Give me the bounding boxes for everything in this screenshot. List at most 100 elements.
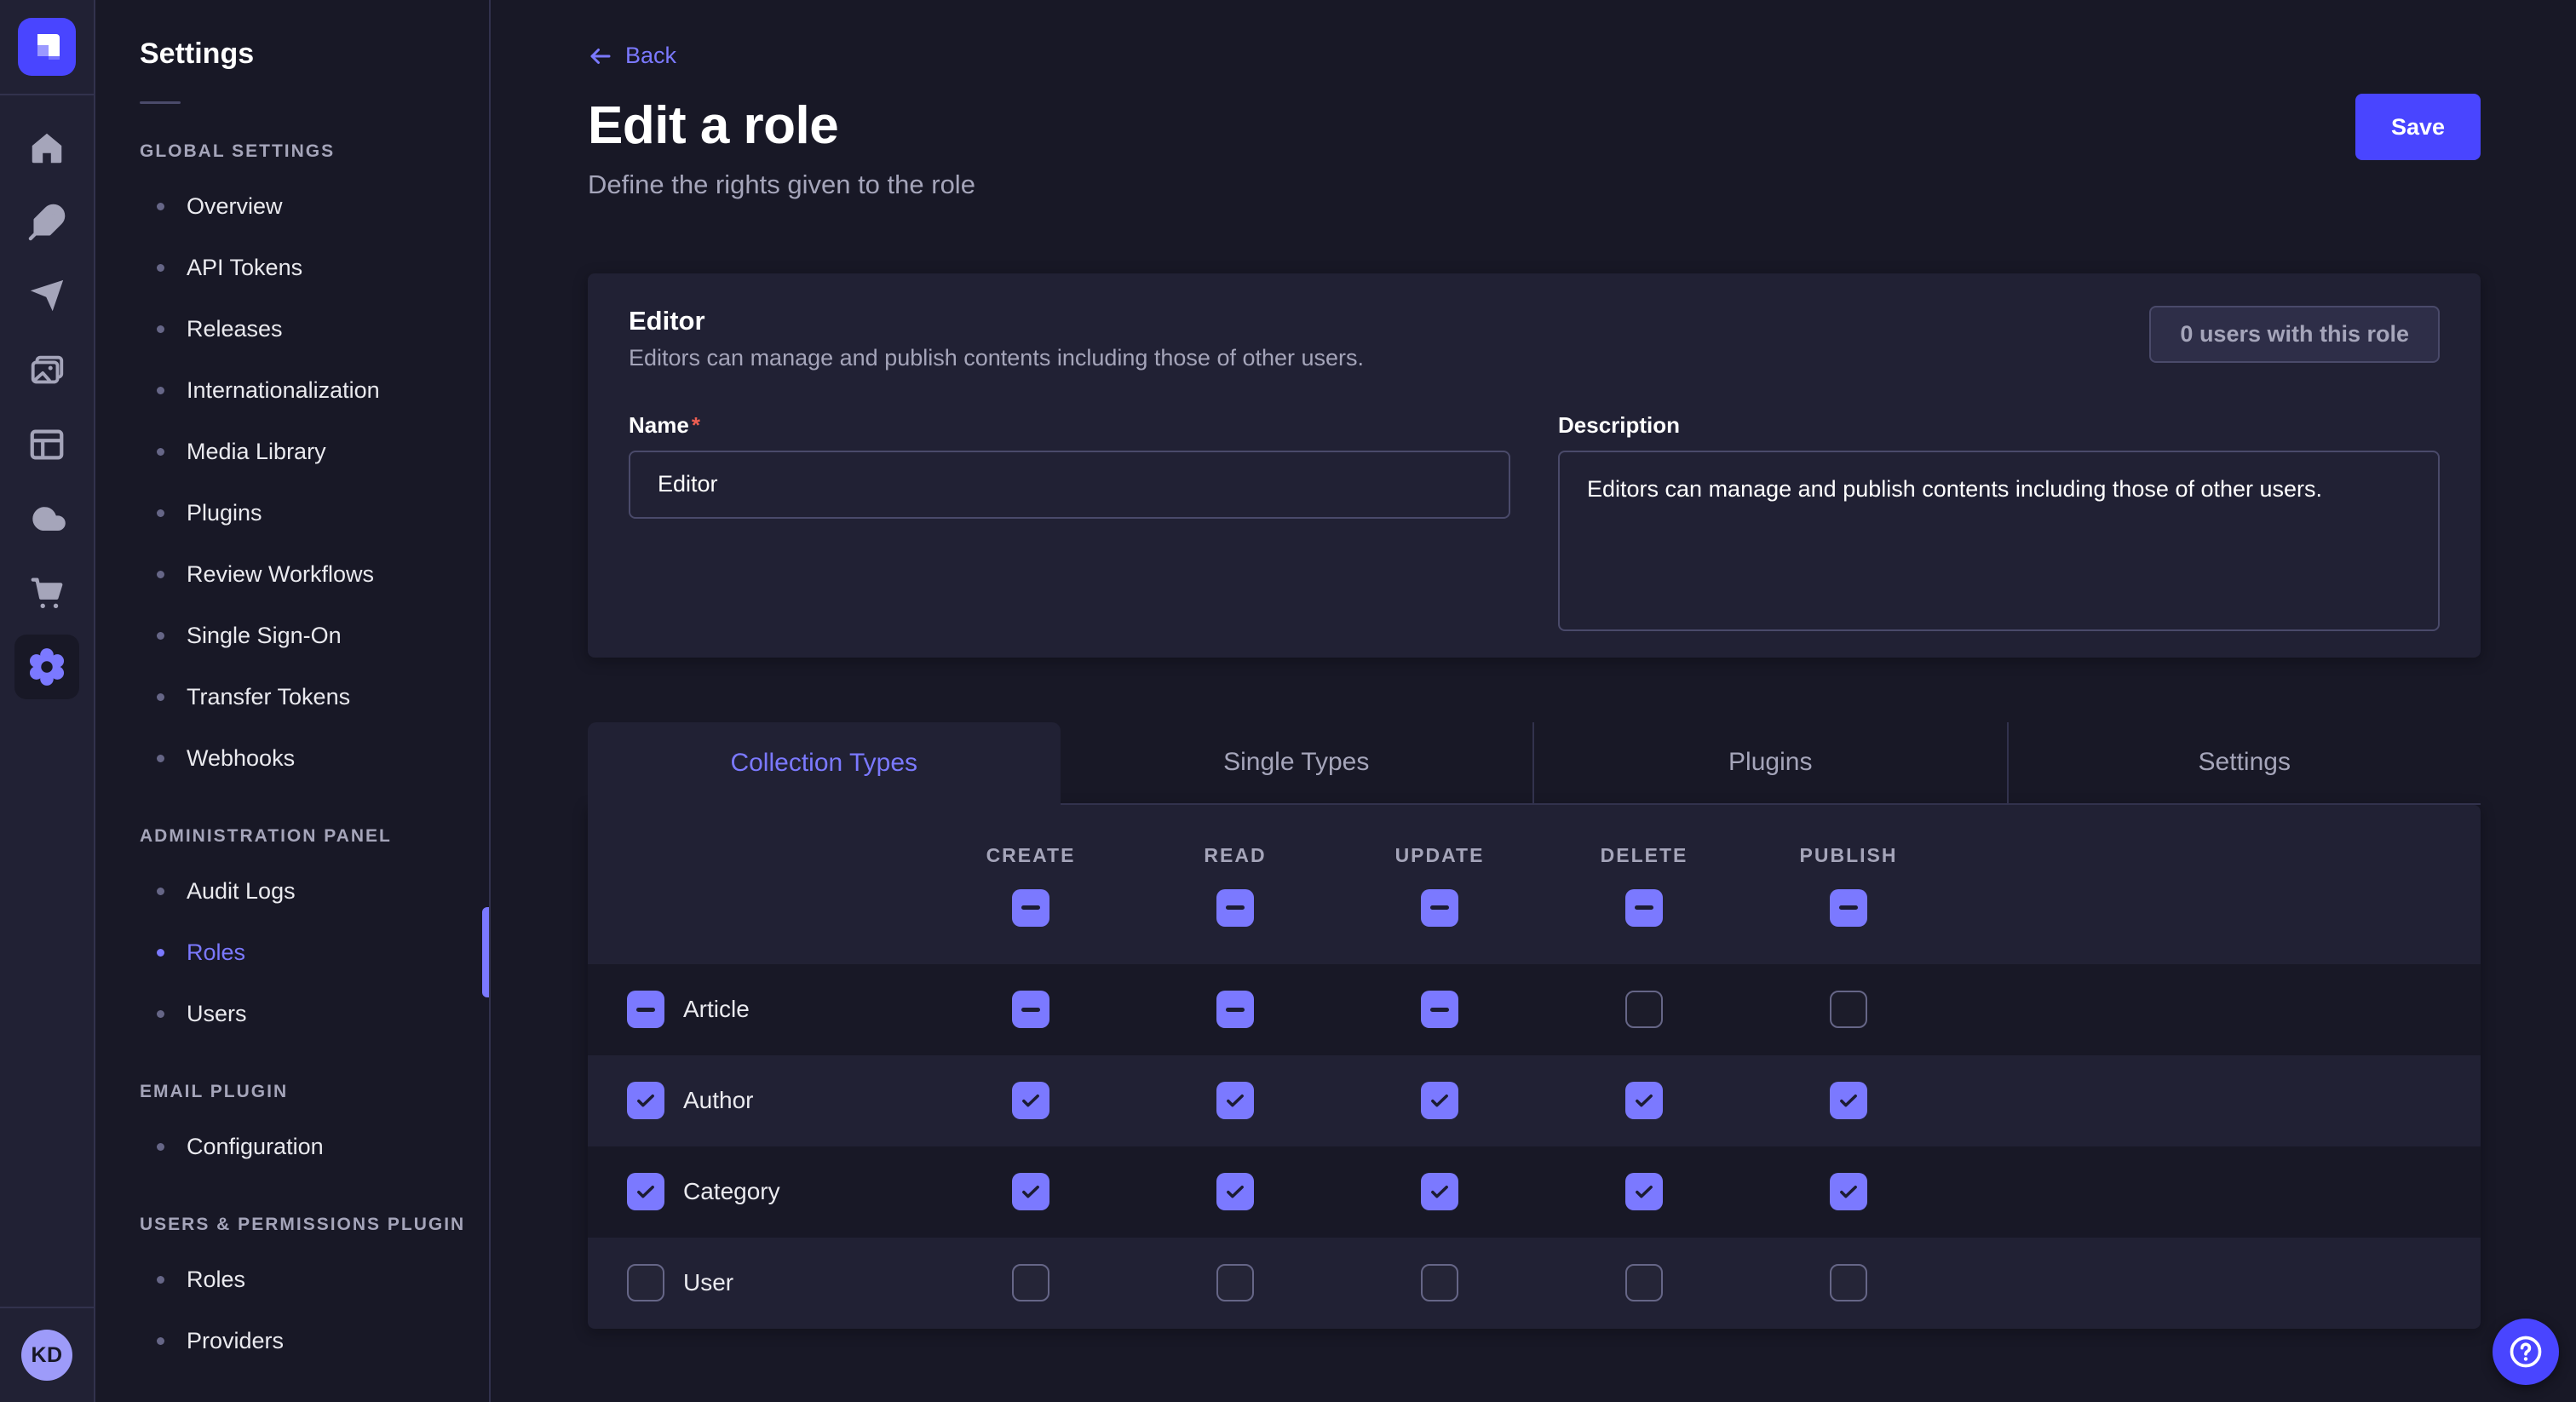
sidebar-item-audit-logs[interactable]: Audit Logs	[95, 860, 489, 922]
sidebar-item-users[interactable]: Users	[95, 983, 489, 1044]
sidebar-item-review-workflows[interactable]: Review Workflows	[95, 543, 489, 605]
nav-list: OverviewAPI TokensReleasesInternationali…	[95, 175, 489, 789]
name-field-group: Name*	[629, 412, 1510, 635]
sidebar-item-single-sign-on[interactable]: Single Sign-On	[95, 605, 489, 666]
checkbox-unchecked[interactable]	[1216, 1264, 1254, 1301]
checkbox-indeterminate[interactable]	[1012, 991, 1049, 1028]
checkbox-checked[interactable]	[627, 1082, 664, 1119]
checkbox-checked[interactable]	[1216, 1173, 1254, 1210]
perm-row-label: User	[683, 1269, 733, 1296]
sidebar-item-providers[interactable]: Providers	[95, 1310, 489, 1371]
sidebar-item-internationalization[interactable]: Internationalization	[95, 359, 489, 421]
indeterminate-dash	[1839, 905, 1858, 910]
sidebar-item-label: Users	[187, 1001, 247, 1027]
avatar[interactable]: KD	[21, 1330, 72, 1381]
perm-column-publish: PUBLISH	[1746, 844, 1951, 867]
checkbox-checked[interactable]	[1012, 1082, 1049, 1119]
nav-section-global-settings: GLOBAL SETTINGSOverviewAPI TokensRelease…	[95, 141, 489, 789]
perm-column-header: UPDATE	[1395, 844, 1485, 867]
checkbox-checked[interactable]	[1830, 1173, 1867, 1210]
checkbox-checked[interactable]	[1421, 1082, 1458, 1119]
perm-column-header: CREATE	[986, 844, 1076, 867]
perm-cell-user-create	[929, 1264, 1133, 1301]
checkbox-indeterminate[interactable]	[1012, 889, 1049, 927]
checkbox-unchecked[interactable]	[1830, 991, 1867, 1028]
checkbox-checked[interactable]	[627, 1173, 664, 1210]
bullet-icon	[157, 203, 164, 210]
checkbox-unchecked[interactable]	[1421, 1264, 1458, 1301]
pictures-icon[interactable]	[9, 333, 84, 407]
checkbox-unchecked[interactable]	[627, 1264, 664, 1301]
tab-settings[interactable]: Settings	[2007, 722, 2481, 805]
help-button[interactable]	[2493, 1319, 2559, 1385]
indeterminate-dash	[1021, 1008, 1040, 1012]
perm-row-article: Article	[588, 964, 2481, 1055]
feather-icon[interactable]	[9, 185, 84, 259]
back-link[interactable]: Back	[588, 43, 676, 69]
layout-icon[interactable]	[9, 407, 84, 481]
settings-subnav: Settings GLOBAL SETTINGSOverviewAPI Toke…	[95, 0, 491, 1402]
save-button[interactable]: Save	[2355, 94, 2481, 160]
checkbox-indeterminate[interactable]	[1421, 991, 1458, 1028]
perm-row-label-cell: User	[588, 1264, 929, 1301]
description-textarea[interactable]: Editors can manage and publish contents …	[1558, 451, 2440, 631]
sidebar-item-api-tokens[interactable]: API Tokens	[95, 237, 489, 298]
sidebar-item-webhooks[interactable]: Webhooks	[95, 727, 489, 789]
checkbox-unchecked[interactable]	[1012, 1264, 1049, 1301]
checkbox-checked[interactable]	[1625, 1173, 1663, 1210]
sidebar-item-media-library[interactable]: Media Library	[95, 421, 489, 482]
page-subtitle: Define the rights given to the role	[588, 170, 2481, 200]
sidebar-item-overview[interactable]: Overview	[95, 175, 489, 237]
shopping-cart-icon[interactable]	[9, 555, 84, 629]
checkbox-checked[interactable]	[1421, 1173, 1458, 1210]
nav-list: Audit LogsRoles Users	[95, 860, 489, 1044]
gear-icon[interactable]	[9, 629, 84, 704]
sidebar-item-roles[interactable]: Roles	[95, 1249, 489, 1310]
perm-column-create: CREATE	[929, 844, 1133, 867]
cloud-icon[interactable]	[9, 481, 84, 555]
checkbox-indeterminate[interactable]	[1216, 991, 1254, 1028]
checkbox-checked[interactable]	[1012, 1173, 1049, 1210]
checkbox-indeterminate[interactable]	[1830, 889, 1867, 927]
checkbox-unchecked[interactable]	[1625, 1264, 1663, 1301]
indeterminate-dash	[636, 1008, 655, 1012]
perm-selectall-create	[929, 889, 1133, 927]
users-with-role-button[interactable]: 0 users with this role	[2149, 306, 2440, 363]
indeterminate-dash	[1635, 905, 1653, 910]
checkbox-indeterminate[interactable]	[1421, 889, 1458, 927]
perm-cell-author-delete	[1542, 1082, 1746, 1119]
bullet-icon	[157, 325, 164, 333]
avatar-initials: KD	[31, 1343, 62, 1368]
checkbox-unchecked[interactable]	[1830, 1264, 1867, 1301]
checkbox-checked[interactable]	[1830, 1082, 1867, 1119]
checkbox-indeterminate[interactable]	[1216, 889, 1254, 927]
bullet-icon	[157, 448, 164, 456]
perm-cell-article-read	[1133, 991, 1337, 1028]
checkbox-indeterminate[interactable]	[627, 991, 664, 1028]
tab-label: Settings	[2199, 748, 2291, 777]
paper-plane-icon[interactable]	[9, 259, 84, 333]
sidebar-item-label: Media Library	[187, 439, 326, 465]
checkbox-checked[interactable]	[1216, 1082, 1254, 1119]
checkbox-indeterminate[interactable]	[1625, 889, 1663, 927]
tab-single-types[interactable]: Single Types	[1061, 722, 1533, 805]
sidebar-item-roles[interactable]: Roles	[95, 922, 489, 983]
sidebar-item-releases[interactable]: Releases	[95, 298, 489, 359]
name-input[interactable]	[629, 451, 1510, 519]
checkbox-unchecked[interactable]	[1625, 991, 1663, 1028]
sidebar-item-configuration[interactable]: Configuration	[95, 1116, 489, 1177]
perm-selectall-delete	[1542, 889, 1746, 927]
home-icon[interactable]	[9, 111, 84, 185]
name-label: Name*	[629, 412, 1510, 439]
strapi-logo-icon[interactable]	[18, 18, 76, 76]
tab-plugins[interactable]: Plugins	[1532, 722, 2007, 805]
perm-selectall	[588, 889, 2481, 927]
sidebar-item-plugins[interactable]: Plugins	[95, 482, 489, 543]
tab-collection-types[interactable]: Collection Types	[588, 722, 1061, 805]
perm-cell-user-publish	[1746, 1264, 1951, 1301]
perm-row-category: Category	[588, 1146, 2481, 1238]
icon-rail: KD	[0, 0, 95, 1402]
checkbox-checked[interactable]	[1625, 1082, 1663, 1119]
perm-cell-article-delete	[1542, 991, 1746, 1028]
sidebar-item-transfer-tokens[interactable]: Transfer Tokens	[95, 666, 489, 727]
